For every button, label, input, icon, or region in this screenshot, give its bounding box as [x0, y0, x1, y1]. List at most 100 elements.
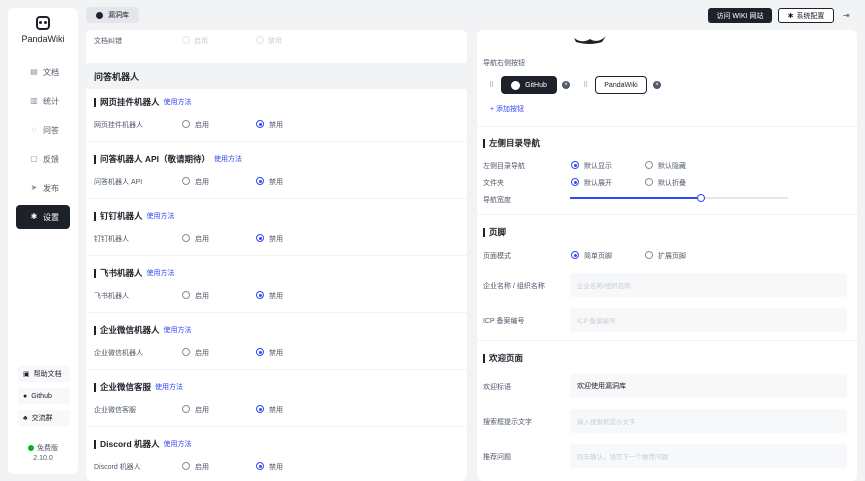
folder-collapse-radio[interactable] — [645, 178, 653, 186]
nav-button-github[interactable]: GitHub — [501, 76, 557, 94]
usage-link[interactable]: 使用方法 — [155, 382, 183, 392]
footer-extended-radio[interactable] — [645, 251, 653, 259]
chart-icon: ▥ — [30, 96, 38, 105]
footer-mode-label: 页面模式 — [483, 253, 511, 260]
divider — [86, 198, 467, 199]
usage-link[interactable]: 使用方法 — [164, 439, 192, 449]
icp-input[interactable]: ICP 备案编号 — [570, 308, 847, 332]
nav-button-label: GitHub — [525, 81, 547, 89]
recommend-input[interactable]: 回车确认，填写下一个推荐问题 — [570, 444, 847, 468]
slider-fill — [570, 197, 701, 199]
link-label: Github — [31, 392, 52, 400]
doc-correction-on-radio[interactable] — [182, 36, 190, 44]
catalog-show-radio[interactable] — [571, 161, 579, 169]
disable-radio[interactable] — [256, 177, 264, 185]
doc-correction-label: 文档纠错 — [94, 38, 122, 45]
logout-icon[interactable]: ⇥ — [843, 11, 850, 20]
icp-label: ICP 备案编号 — [483, 318, 525, 325]
disable-radio[interactable] — [256, 405, 264, 413]
disable-radio[interactable] — [256, 291, 264, 299]
link-label: 交流群 — [31, 415, 53, 422]
bot-label: 网页挂件机器人 — [94, 122, 143, 129]
radio-label: 启用 — [195, 236, 209, 243]
radio-label: 启用 — [195, 464, 209, 471]
radio-label: 默认显示 — [584, 163, 612, 170]
visit-wiki-button[interactable]: 访问 WIKI 网站 — [708, 8, 772, 23]
catalog-row-label: 左侧目录导航 — [483, 163, 525, 170]
usage-link[interactable]: 使用方法 — [147, 268, 175, 278]
catalog-hide-radio[interactable] — [645, 161, 653, 169]
disable-radio[interactable] — [256, 120, 264, 128]
radio-label: 禁用 — [269, 236, 283, 243]
bot-title: 飞书机器人 使用方法 — [94, 267, 175, 279]
bot-title-text: 企业微信机器人 — [100, 325, 160, 335]
sidebar: PandaWiki ▤ 文档 ▥ 统计 ◌ 问答 ▢ 反馈 ➤ 发布 ✱ 设置 ▣ 帮助文档 … — [8, 8, 78, 474]
enable-radio[interactable] — [182, 177, 190, 185]
feedback-icon: ▢ — [30, 154, 38, 163]
app-name: PandaWiki — [21, 34, 65, 44]
bot-title: 网页挂件机器人 使用方法 — [94, 96, 192, 108]
logo: PandaWiki — [8, 16, 78, 44]
section-title: 问答机器人 — [86, 63, 467, 89]
company-input[interactable]: 企业名称/组织名称 — [570, 273, 847, 297]
preview-image-fragment — [574, 36, 606, 44]
search-hint-label: 搜索框提示文字 — [483, 419, 532, 426]
add-button[interactable]: + 添加按钮 — [490, 104, 524, 114]
send-icon: ➤ — [30, 183, 38, 192]
disable-radio[interactable] — [256, 348, 264, 356]
github-link[interactable]: ● Github — [18, 388, 70, 404]
sidebar-item-settings[interactable]: ✱ 设置 — [16, 205, 70, 229]
enable-radio[interactable] — [182, 462, 190, 470]
divider — [477, 214, 857, 215]
slider-handle[interactable] — [696, 194, 705, 202]
disable-radio[interactable] — [256, 234, 264, 242]
nav-width-slider[interactable] — [570, 194, 788, 202]
community-link[interactable]: ♣ 交流群 — [18, 410, 70, 426]
enable-radio[interactable] — [182, 405, 190, 413]
radio-label: 禁用 — [268, 38, 282, 45]
github-icon: ● — [23, 392, 28, 400]
usage-link[interactable]: 使用方法 — [147, 211, 175, 221]
usage-link[interactable]: 使用方法 — [214, 154, 242, 164]
breadcrumb[interactable]: 漏洞库 — [86, 7, 139, 23]
sidebar-item-stats[interactable]: ▥ 统计 — [16, 89, 70, 113]
folder-expand-radio[interactable] — [571, 178, 579, 186]
footer-simple-radio[interactable] — [571, 251, 579, 259]
chat-icon: ◌ — [31, 125, 37, 134]
help-docs-link[interactable]: ▣ 帮助文档 — [18, 366, 70, 382]
enable-radio[interactable] — [182, 348, 190, 356]
plan-icon — [28, 445, 34, 452]
panda-logo-icon — [36, 16, 50, 30]
title-text: 页脚 — [489, 227, 507, 237]
drag-handle-icon[interactable]: ⠿ — [489, 81, 494, 89]
drag-handle-icon[interactable]: ⠿ — [583, 81, 588, 89]
sidebar-item-label: 反馈 — [43, 154, 59, 164]
usage-link[interactable]: 使用方法 — [164, 97, 192, 107]
bot-label: 问答机器人 API — [94, 179, 143, 186]
disable-radio[interactable] — [256, 462, 264, 470]
nav-width-label: 导航宽度 — [483, 197, 511, 204]
sidebar-item-docs[interactable]: ▤ 文档 — [16, 60, 70, 84]
search-hint-input[interactable]: 输入搜索框提示文字 — [570, 409, 847, 433]
usage-link[interactable]: 使用方法 — [164, 325, 192, 335]
sidebar-item-feedback[interactable]: ▢ 反馈 — [16, 147, 70, 171]
company-label: 企业名称 / 组织名称 — [483, 283, 545, 290]
radio-label: 启用 — [195, 122, 209, 129]
doc-correction-off-radio[interactable] — [256, 36, 264, 44]
sidebar-item-qa[interactable]: ◌ 问答 — [16, 118, 70, 142]
welcome-input[interactable]: 欢迎使用漏洞库 — [570, 374, 847, 398]
close-icon[interactable]: × — [562, 81, 570, 89]
sidebar-item-publish[interactable]: ➤ 发布 — [16, 176, 70, 200]
close-icon[interactable]: × — [653, 81, 661, 89]
divider — [477, 340, 857, 341]
enable-radio[interactable] — [182, 234, 190, 242]
system-config-button[interactable]: ✱ 系统配置 — [778, 8, 834, 23]
radio-label: 简单页脚 — [584, 253, 612, 260]
radio-label: 启用 — [195, 350, 209, 357]
bot-title: Discord 机器人 使用方法 — [94, 438, 192, 450]
radio-label: 禁用 — [269, 122, 283, 129]
enable-radio[interactable] — [182, 291, 190, 299]
enable-radio[interactable] — [182, 120, 190, 128]
nav-button-pandawiki[interactable]: PandaWiki — [595, 76, 647, 94]
bot-label: Discord 机器人 — [94, 464, 141, 471]
